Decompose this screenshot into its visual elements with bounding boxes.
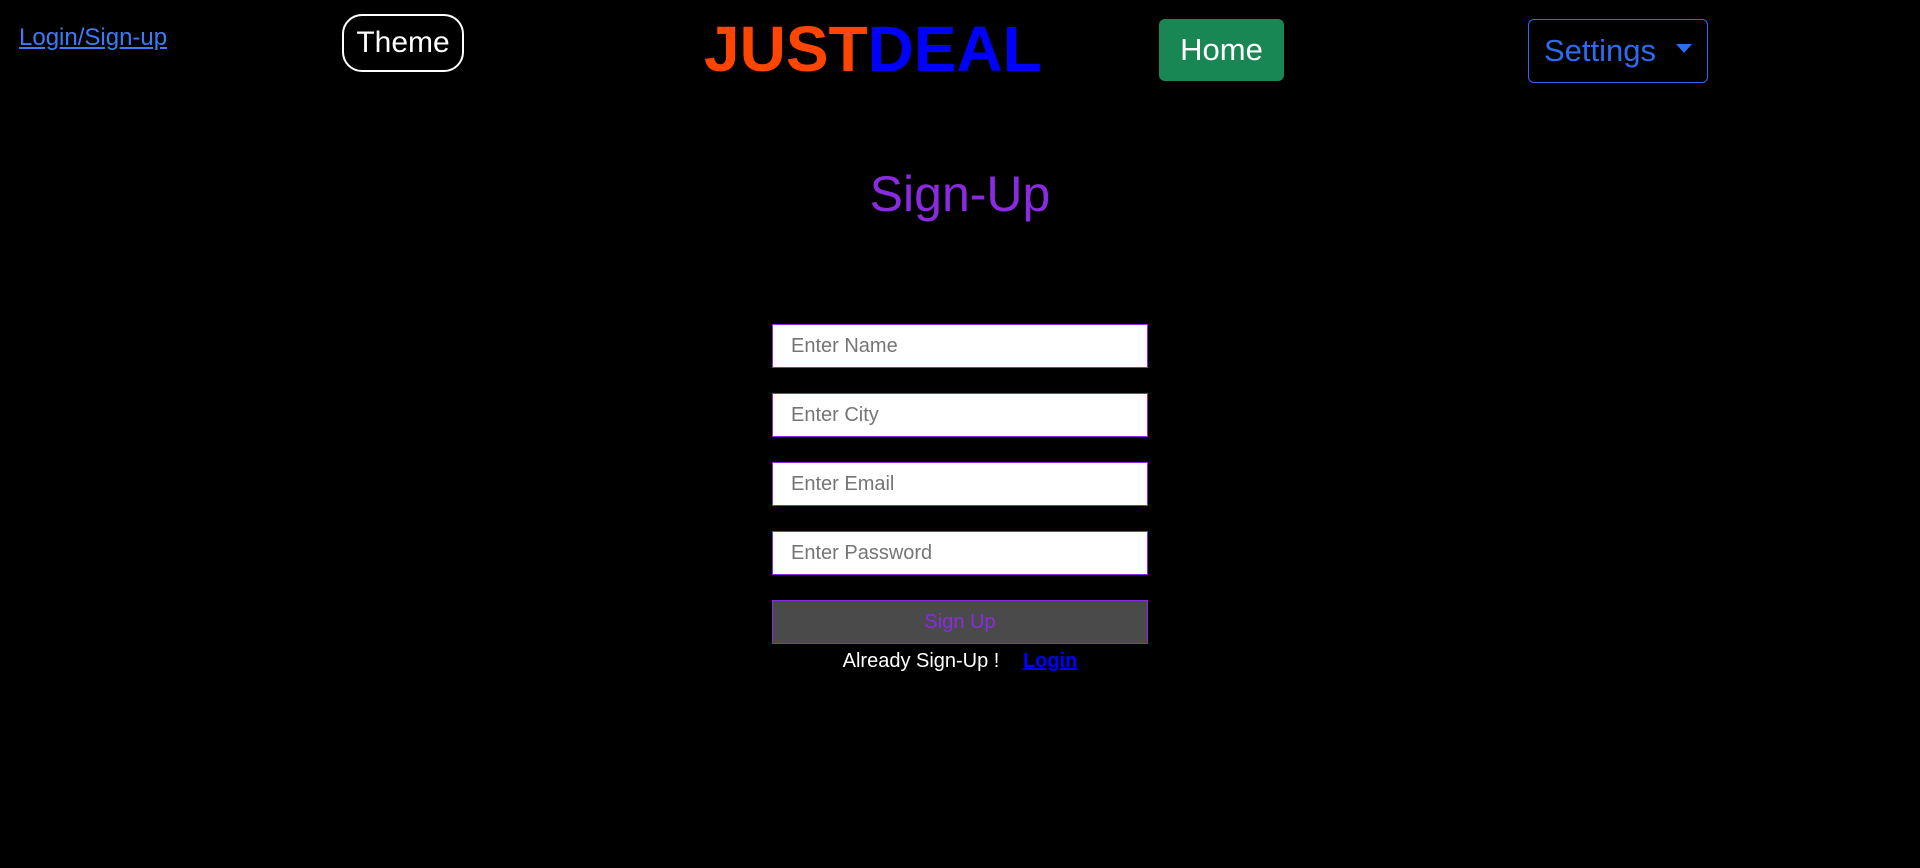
email-input[interactable] [772, 462, 1148, 506]
brand-part-deal: DEAL [867, 13, 1042, 85]
settings-label: Settings [1544, 33, 1657, 68]
brand-part-just: JUST [704, 13, 868, 85]
signup-submit-button[interactable]: Sign Up [772, 600, 1148, 644]
page-title: Sign-Up [869, 166, 1051, 222]
brand-logo: JUSTDEAL [704, 10, 1042, 88]
theme-button[interactable]: Theme [342, 14, 464, 72]
already-signed-up-text: Already Sign-Up ! [842, 650, 1000, 672]
city-input[interactable] [772, 393, 1148, 437]
login-signup-link[interactable]: Login/Sign-up [19, 24, 167, 52]
name-input[interactable] [772, 324, 1148, 368]
caret-down-icon [1676, 43, 1693, 53]
password-input[interactable] [772, 531, 1148, 575]
login-link[interactable]: Login [1023, 650, 1077, 672]
page: Login/Sign-up Theme JUSTDEAL Home Settin… [0, 0, 1920, 868]
signup-form: Sign Up Already Sign-Up ! Login [772, 324, 1148, 673]
settings-dropdown-button[interactable]: Settings [1528, 19, 1708, 83]
already-signed-up-row: Already Sign-Up ! Login [772, 650, 1148, 673]
home-button[interactable]: Home [1159, 19, 1284, 81]
